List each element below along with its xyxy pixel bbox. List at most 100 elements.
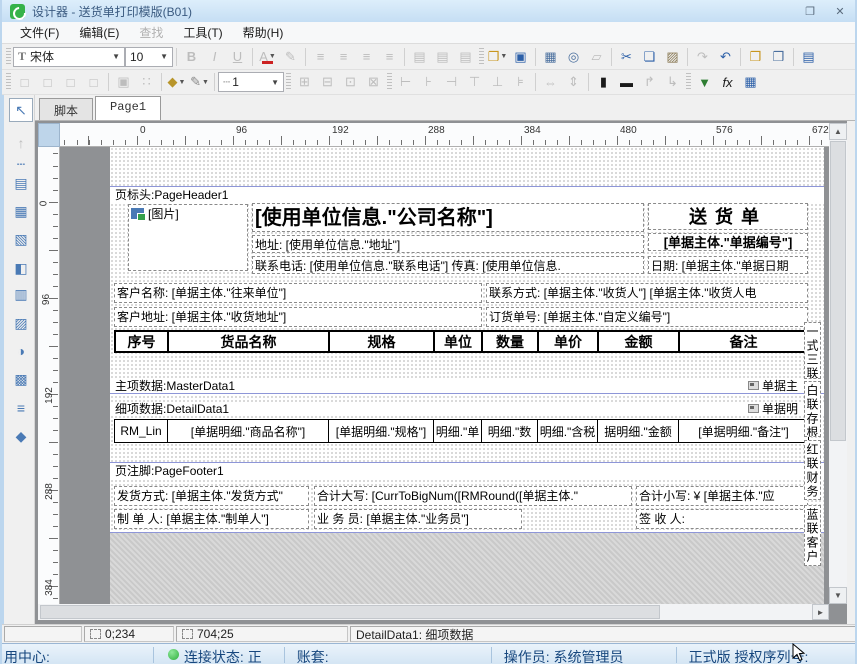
close-button[interactable]: ✕	[829, 3, 851, 19]
copy-label-element-4[interactable]: 蓝联客户	[804, 505, 821, 566]
select-tool[interactable]: ↖	[9, 98, 33, 122]
vertical-scroll-thumb[interactable]	[830, 141, 846, 441]
send-to-back-button[interactable]: ❒	[767, 46, 790, 67]
restore-button[interactable]: ❐	[799, 3, 821, 19]
line-tool[interactable]: ≡	[9, 396, 33, 420]
undo-button[interactable]: ↶	[714, 46, 737, 67]
table-header-row-cell[interactable]: 金额	[599, 332, 680, 351]
data-fields-button[interactable]: ▤	[797, 46, 820, 67]
expression-button[interactable]: fx	[716, 72, 739, 93]
detail-data-row-cell[interactable]: [单据明细."商品名称"]	[168, 420, 329, 442]
table-header-row-cell[interactable]: 货品名称	[169, 332, 330, 351]
image-tool[interactable]: ▧	[9, 227, 33, 251]
band-boundary-line	[110, 462, 824, 463]
maker-element[interactable]: 制 单 人: [单据主体."制单人"]	[114, 509, 309, 529]
total-num-element[interactable]: 合计小写: ¥ [单据主体."应	[636, 486, 808, 506]
object-tool[interactable]: ◆	[9, 424, 33, 448]
detail-data-row[interactable]: RM_Lin[单据明细."商品名称"][单据明细."规格"]明细."单明细."数…	[114, 419, 809, 443]
picture-element[interactable]: [图片]	[128, 204, 248, 271]
save-button[interactable]: ▣	[509, 46, 532, 67]
band-label-pagefooter[interactable]: 页注脚:PageFooter1	[110, 464, 824, 478]
date-element[interactable]: 日期: [单据主体."单据日期	[648, 256, 808, 274]
print-preview-button[interactable]: ◎	[562, 46, 585, 67]
company-name-element[interactable]: [使用单位信息."公司名称"]	[252, 203, 644, 232]
vruler-major-ticks	[49, 147, 58, 604]
toolbar-separator	[404, 48, 405, 66]
doc-no-element[interactable]: [单据主体."单据编号"]	[648, 233, 808, 251]
tab-page1[interactable]: Page1	[95, 96, 161, 120]
menu-item-h[interactable]: 帮助(H)	[233, 22, 294, 43]
line-width-combo[interactable]: ┄1▼	[218, 72, 284, 92]
bring-to-front-button[interactable]: ❒	[744, 46, 767, 67]
customer-addr-element[interactable]: 客户地址: [单据主体."收货地址"]	[114, 307, 482, 327]
copy-label-element-3[interactable]: 红联财务	[804, 440, 821, 500]
detail-data-row-cell[interactable]: 明细."单	[434, 420, 482, 442]
font-size-combo[interactable]: 10▼	[125, 47, 173, 67]
copy-label-element-1[interactable]: 一式三联	[804, 322, 821, 379]
salesman-element[interactable]: 业 务 员: [单据主体."业务员"]	[314, 509, 522, 529]
text-tool[interactable]: ▤	[9, 171, 33, 195]
table-header-row[interactable]: 序号货品名称规格单位数量单价金额备注	[114, 330, 809, 353]
underline-button: U	[226, 46, 249, 67]
size-to-grid-icon: ▮	[600, 74, 607, 90]
menu-item-f[interactable]: 文件(F)	[10, 22, 69, 43]
subreport-tool[interactable]: ▨	[9, 311, 33, 335]
align-justify-button: ≡	[378, 46, 401, 67]
field-list-button[interactable]: ▼	[693, 72, 716, 93]
richtext-tool[interactable]: ▥	[9, 282, 33, 306]
ship-method-element[interactable]: 发货方式: [单据主体."发货方式"	[114, 486, 309, 506]
size-to-grid-button[interactable]: ▮	[592, 72, 615, 93]
table-header-row-cell[interactable]: 单位	[435, 332, 483, 351]
fill-color-button[interactable]: ◆▼	[165, 72, 188, 93]
band-label-masterdata[interactable]: 主项数据:MasterData1	[110, 379, 824, 393]
vertical-scrollbar[interactable]: ▲ ▼	[829, 123, 847, 604]
scroll-right-button[interactable]: ►	[812, 604, 829, 620]
doc-title-element[interactable]: 送货单	[648, 203, 808, 230]
fit-band-button[interactable]: ▬	[615, 72, 638, 93]
copy-label-element-2[interactable]: 白联存根	[804, 381, 821, 437]
receiver-element[interactable]: 签 收 人:	[636, 509, 808, 529]
detail-data-row-cell[interactable]: 据明细."金额	[598, 420, 679, 442]
menu-item-t[interactable]: 工具(T)	[173, 22, 232, 43]
total-caps-element[interactable]: 合计大写: [CurrToBigNum([RMRound([单据主体."	[314, 486, 632, 506]
detail-data-row-cell[interactable]: 明细."数	[482, 420, 538, 442]
tab-script[interactable]: 脚本	[39, 98, 93, 120]
detaildata-dataset-link[interactable]: 单据明	[748, 402, 810, 415]
detail-data-row-cell[interactable]: RM_Lin	[115, 420, 168, 442]
detail-data-row-cell[interactable]: [单据明细."规格"]	[329, 420, 434, 442]
horizontal-scrollbar[interactable]: ►	[38, 604, 829, 620]
paste-button[interactable]: ▨	[661, 46, 684, 67]
font-family-combo[interactable]: T宋体▼	[13, 47, 125, 67]
table-header-row-cell[interactable]: 备注	[680, 332, 807, 351]
menu-item-e[interactable]: 编辑(E)	[69, 22, 129, 43]
field-tool[interactable]: ▦	[9, 199, 33, 223]
properties-button[interactable]: ▦	[739, 72, 762, 93]
open-button[interactable]: ❐▼	[486, 46, 509, 67]
phone-fax-element[interactable]: 联系电话: [使用单位信息."联系电话"] 传真: [使用单位信息.	[252, 256, 644, 274]
band-label-pageheader[interactable]: 页标头:PageHeader1	[110, 188, 824, 202]
title-bar: 设计器 - 送货单打印模版(B01) ❐ ✕	[2, 0, 857, 22]
line-color-button[interactable]: ✎▼	[188, 72, 211, 93]
table-header-row-cell[interactable]: 规格	[330, 332, 435, 351]
detail-data-row-cell[interactable]: [单据明细."备注"]	[679, 420, 808, 442]
barcode-tool[interactable]: ▩	[9, 367, 33, 391]
print-button[interactable]: ▦	[539, 46, 562, 67]
table-header-row-cell[interactable]: 序号	[116, 332, 169, 351]
masterdata-dataset-link[interactable]: 单据主	[748, 379, 810, 392]
address-element[interactable]: 地址: [使用单位信息."地址"]	[252, 235, 644, 253]
detail-data-row-cell[interactable]: 明细."含税	[538, 420, 598, 442]
order-no-element[interactable]: 订货单号: [单据主体."自定义编号"]	[486, 307, 808, 327]
scroll-up-button[interactable]: ▲	[829, 123, 847, 140]
table-header-row-cell[interactable]: 单价	[539, 332, 599, 351]
shape-tool[interactable]: ◧	[9, 256, 33, 280]
chart-tool[interactable]: ◑	[9, 339, 33, 363]
table-header-row-cell[interactable]: 数量	[483, 332, 539, 351]
band-label-detaildata[interactable]: 细项数据:DetailData1	[110, 402, 824, 416]
customer-name-element[interactable]: 客户名称: [单据主体."往来单位"]	[114, 283, 482, 303]
cut-button[interactable]: ✂	[615, 46, 638, 67]
scroll-down-button[interactable]: ▼	[829, 587, 847, 604]
horizontal-scroll-thumb[interactable]	[40, 605, 660, 619]
operator-info: 操作员: 系统管理员(admin)	[504, 647, 664, 664]
copy-button[interactable]: ❏	[638, 46, 661, 67]
contact-element[interactable]: 联系方式: [单据主体."收货人"] [单据主体."收货人电	[486, 283, 808, 303]
